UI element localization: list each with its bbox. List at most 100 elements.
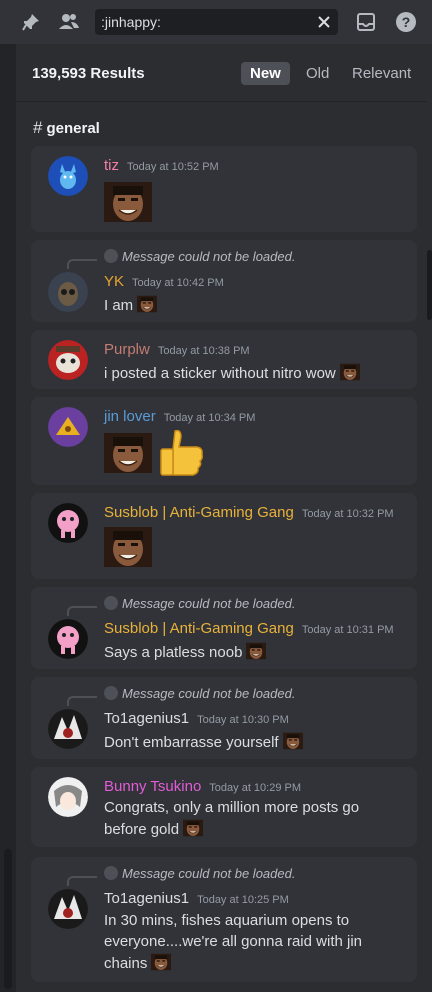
timestamp: Today at 10:52 PM [127, 161, 219, 173]
reply-arrow-icon [104, 249, 118, 263]
message-author[interactable]: To1agenius1 Today at 10:25 PM [104, 890, 289, 907]
reply-preview[interactable]: Message could not be loaded. [104, 866, 295, 881]
reply-connector [67, 606, 97, 616]
timestamp: Today at 10:42 PM [132, 277, 224, 289]
timestamp: Today at 10:25 PM [197, 894, 289, 906]
timestamp: Today at 10:31 PM [301, 624, 394, 636]
message-author[interactable]: To1agenius1 Today at 10:30 PM [104, 710, 289, 727]
avatar[interactable] [48, 709, 88, 749]
avatar[interactable] [48, 407, 88, 447]
timestamp: Today at 10:38 PM [157, 345, 250, 357]
timestamp: Today at 10:29 PM [209, 782, 302, 794]
timestamp: Today at 10:32 PM [301, 508, 394, 520]
channel-name: general [46, 120, 100, 137]
message-text: I am [104, 294, 404, 316]
message-content: Don't embarrasse yourself [104, 734, 279, 751]
jinhappy-emoji [104, 182, 152, 222]
author-name[interactable]: Bunny Tsukino [104, 778, 201, 795]
reply-text: Message could not be loaded. [122, 249, 296, 264]
left-panel [0, 44, 16, 992]
author-name[interactable]: YK [104, 273, 124, 290]
search-result[interactable]: tiz Today at 10:52 PM [31, 146, 417, 232]
left-scrollbar[interactable] [4, 849, 12, 989]
timestamp: Today at 10:34 PM [163, 412, 256, 424]
results-header: 139,593 Results New Old Relevant [16, 44, 427, 102]
channel-hash-icon: # [33, 118, 43, 137]
reply-text: Message could not be loaded. [122, 866, 296, 881]
reply-preview[interactable]: Message could not be loaded. [104, 686, 295, 701]
author-name[interactable]: To1agenius1 [104, 890, 189, 907]
pin-icon[interactable] [18, 9, 44, 35]
jinhappy-emoji [104, 433, 152, 473]
tab-relevant[interactable]: Relevant [343, 62, 420, 85]
message-content: Congrats, only a million more posts go b… [104, 799, 360, 838]
avatar[interactable] [48, 619, 88, 659]
svg-text:?: ? [402, 14, 411, 30]
avatar[interactable] [48, 156, 88, 196]
avatar[interactable] [48, 340, 88, 380]
message-author[interactable]: Susblob | Anti-Gaming Gang Today at 10:32… [104, 504, 394, 521]
inbox-icon[interactable] [353, 9, 379, 35]
author-name[interactable]: Purplw [104, 341, 150, 358]
search-result[interactable]: jin lover Today at 10:34 PM [31, 397, 417, 485]
search-result[interactable]: Message could not be loaded. YK Today at … [31, 240, 417, 322]
jinhappy-emoji [183, 818, 203, 838]
jinhappy-emoji [137, 294, 157, 314]
message-author[interactable]: YK Today at 10:42 PM [104, 273, 224, 290]
message-text: i posted a sticker without nitro wow [104, 362, 414, 384]
author-name[interactable]: To1agenius1 [104, 710, 189, 727]
tab-new[interactable]: New [241, 62, 290, 85]
message-content: i posted a sticker without nitro wow [104, 365, 336, 382]
reply-preview[interactable]: Message could not be loaded. [104, 596, 295, 611]
reply-preview[interactable]: Message could not be loaded. [104, 249, 295, 264]
avatar[interactable] [48, 777, 88, 817]
message-author[interactable]: Purplw Today at 10:38 PM [104, 341, 250, 358]
reply-arrow-icon [104, 596, 118, 610]
jinhappy-emoji [151, 952, 171, 972]
message-text: Congrats, only a million more posts go b… [104, 798, 394, 840]
search-input[interactable] [101, 9, 311, 35]
search-result[interactable]: Susblob | Anti-Gaming Gang Today at 10:32… [31, 493, 417, 579]
author-name[interactable]: Susblob | Anti-Gaming Gang [104, 504, 294, 521]
message-text: Says a platless noob [104, 641, 404, 663]
reply-connector [67, 259, 97, 269]
timestamp: Today at 10:30 PM [197, 714, 289, 726]
author-name[interactable]: jin lover [104, 408, 156, 425]
toolbar: ? [0, 0, 432, 44]
message-content: I am [104, 297, 134, 314]
author-name[interactable]: tiz [104, 157, 119, 174]
reply-text: Message could not be loaded. [122, 686, 296, 701]
search-box[interactable] [95, 9, 338, 35]
message-author[interactable]: jin lover Today at 10:34 PM [104, 408, 255, 425]
clear-icon[interactable] [316, 14, 332, 30]
avatar[interactable] [48, 503, 88, 543]
help-icon[interactable]: ? [393, 9, 419, 35]
message-content: In 30 mins, fishes aquarium opens to eve… [104, 912, 363, 972]
search-result[interactable]: Message could not be loaded. To1agenius1… [31, 857, 417, 982]
message-author[interactable]: tiz Today at 10:52 PM [104, 157, 219, 174]
avatar[interactable] [48, 272, 88, 312]
search-result[interactable]: Bunny Tsukino Today at 10:29 PM Congrats,… [31, 767, 417, 847]
jinhappy-emoji [340, 362, 360, 382]
reply-arrow-icon [104, 686, 118, 700]
channel-heading[interactable]: # general [33, 118, 100, 138]
result-count: 139,593 Results [32, 65, 145, 82]
tab-old[interactable]: Old [297, 62, 338, 85]
jinhappy-emoji [246, 641, 266, 661]
reply-connector [67, 696, 97, 706]
search-result[interactable]: Message could not be loaded. To1agenius1… [31, 677, 417, 759]
reply-arrow-icon [104, 866, 118, 880]
author-name[interactable]: Susblob | Anti-Gaming Gang [104, 620, 294, 637]
message-text: Don't embarrasse yourself [104, 731, 404, 753]
message-author[interactable]: Bunny Tsukino Today at 10:29 PM [104, 778, 301, 795]
thumbs-up-emoji [160, 429, 203, 476]
message-author[interactable]: Susblob | Anti-Gaming Gang Today at 10:31… [104, 620, 394, 637]
members-icon[interactable] [56, 9, 82, 35]
results-scrollbar[interactable] [427, 250, 432, 320]
search-result[interactable]: Purplw Today at 10:38 PM i posted a stick… [31, 330, 417, 389]
avatar[interactable] [48, 889, 88, 929]
message-content: Says a platless noob [104, 644, 243, 661]
jinhappy-emoji [104, 527, 152, 567]
message-text: In 30 mins, fishes aquarium opens to eve… [104, 910, 394, 974]
search-result[interactable]: Message could not be loaded. Susblob | A… [31, 587, 417, 669]
